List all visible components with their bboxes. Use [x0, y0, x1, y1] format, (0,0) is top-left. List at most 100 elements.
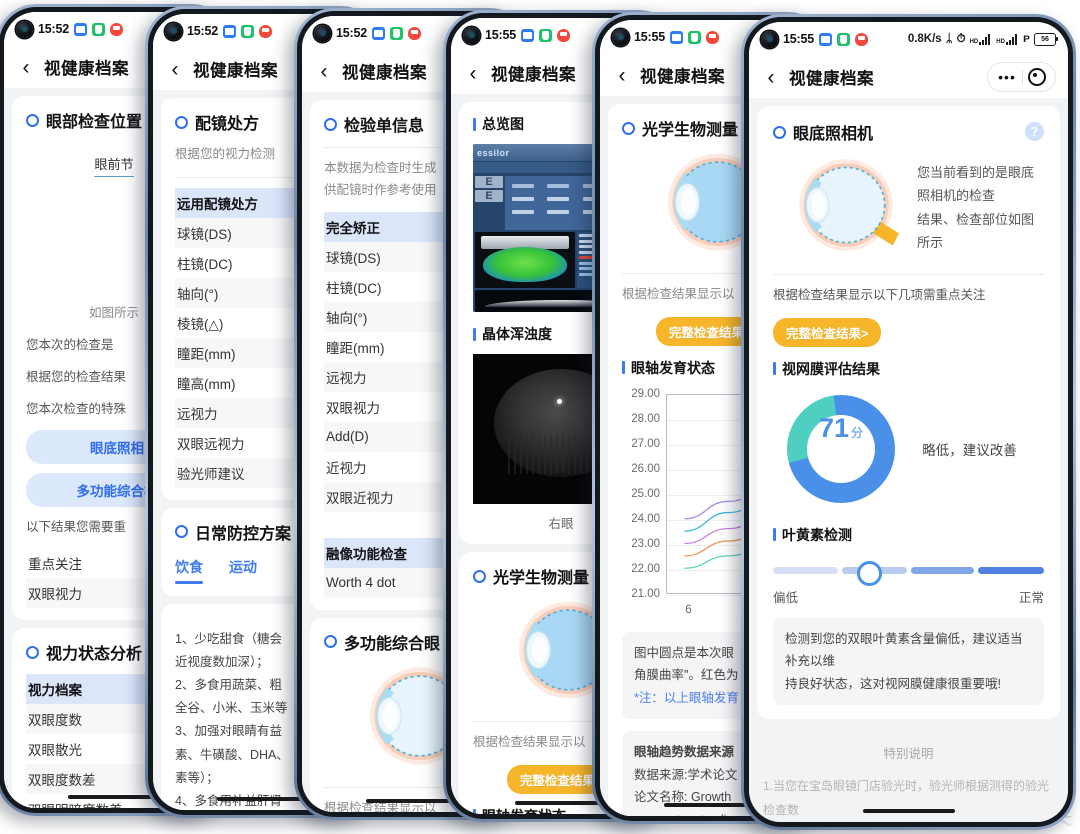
mini-program-capsule[interactable]: ••• [987, 62, 1056, 92]
back-button[interactable]: ‹ [761, 67, 781, 88]
status-time: 15:52 [187, 24, 218, 38]
page-title: 视健康档案 [44, 60, 129, 78]
section-bullet-icon [324, 117, 337, 131]
subsection-title-text: 叶黄素检测 [782, 526, 852, 543]
tab-运动[interactable]: 运动 [229, 557, 257, 584]
status-bar: 15:55 0.8K/s ᛦ ⏱ HD HD ᴘ 56 [749, 22, 1068, 56]
alipay-icon [687, 30, 701, 44]
section-bullet-icon [773, 125, 786, 139]
device-cell [547, 183, 570, 188]
network-speed: 0.8K/s [907, 33, 942, 45]
alipay-icon [240, 24, 254, 38]
subsection-title-text: 总览图 [482, 116, 524, 132]
thumbnail-image[interactable]: E [475, 176, 503, 188]
status-time: 15:55 [783, 32, 814, 46]
home-indicator[interactable] [515, 801, 607, 805]
subsection-title-text: 眼轴发育状态 [482, 806, 566, 814]
result-summary: 根据检查结果显示以下几项需重点关注 [773, 288, 986, 302]
slider-label-low: 偏低 [773, 590, 799, 605]
section-bullet-icon [175, 525, 188, 539]
page-title: 视健康档案 [640, 68, 725, 86]
thumbnail-image[interactable]: E [475, 190, 503, 202]
close-target-icon[interactable] [1023, 68, 1051, 86]
back-button[interactable]: ‹ [16, 57, 36, 78]
wechat-icon [669, 30, 683, 44]
donut-center: 71 分 [807, 412, 875, 483]
alipay-icon [836, 32, 850, 46]
status-right-icons: 0.8K/s ᛦ ⏱ HD HD ᴘ 56 [907, 32, 1058, 46]
notification-icon [705, 30, 719, 44]
section-bullet-icon [622, 121, 635, 135]
subsection-title: 叶黄素检测 [773, 525, 1044, 545]
wechat-icon [818, 32, 832, 46]
page-body: 眼底照相机? 您当前看到的是眼底照相机的检查 结果、检查部位如图所示根据检查结果显示… [749, 98, 1068, 822]
help-icon[interactable]: ? [1025, 122, 1044, 141]
page-title: 视健康档案 [789, 70, 874, 88]
y-axis-tick: 23.00 [631, 537, 660, 550]
desc-line: 您当前看到的是眼底照相机的检查 [917, 164, 1035, 204]
home-indicator[interactable] [68, 795, 160, 799]
punch-hole-camera [463, 26, 480, 44]
y-axis-tick: 24.00 [631, 512, 660, 525]
back-button[interactable]: ‹ [463, 63, 483, 84]
wechat-icon [520, 28, 534, 42]
fundus-intro: 您当前看到的是眼底照相机的检查 结果、检查部位如图所示 [773, 152, 1044, 263]
slider-label-normal: 正常 [1018, 590, 1044, 605]
camera-lens [766, 35, 773, 42]
punch-hole-camera [16, 20, 33, 38]
section-bar-icon [473, 117, 476, 131]
section-bar-icon [473, 809, 476, 814]
device-cell [511, 183, 534, 188]
section-title-text: 检验单信息 [344, 118, 425, 135]
section-title-text: 日常防控方案 [195, 525, 292, 543]
section-title-text: 眼底照相机 [793, 126, 874, 143]
subsection-title: 视网膜评估结果 [773, 359, 1044, 379]
device-cell [547, 209, 570, 214]
home-indicator[interactable] [217, 797, 309, 801]
retina-score-caption: 略低，建议改善 [922, 442, 1017, 458]
slider-knob[interactable] [857, 560, 882, 586]
special-notes-title: 特别说明 [883, 747, 934, 762]
subsection-title-text: 视网膜评估结果 [782, 360, 880, 377]
eye-anatomy-icon [799, 159, 899, 251]
battery-icon: 56 [1034, 32, 1058, 46]
home-indicator[interactable] [862, 809, 955, 813]
phone-screen: 15:55 0.8K/s ᛦ ⏱ HD HD ᴘ 56 ‹ 视健康档案 ••• 眼底照相机? 您当前看到… [749, 22, 1068, 822]
section-title-text: 光学生物测量 [642, 122, 739, 139]
section-title: 眼底照相机? [773, 120, 1044, 144]
section-bullet-icon [473, 569, 486, 583]
desc-line: 结果、检查部位如图所示 [917, 211, 1035, 250]
y-axis-tick: 25.00 [631, 487, 660, 500]
punch-hole-camera [612, 28, 629, 46]
home-indicator[interactable] [664, 803, 756, 807]
subsection-title-text: 眼轴发育状态 [631, 359, 715, 376]
slider-segment-1 [773, 566, 839, 574]
retina-score-value: 71 [818, 412, 850, 443]
y-axis-tick: 28.00 [631, 412, 660, 425]
slider-labels: 偏低 正常 [773, 587, 1044, 606]
slider-segment-4 [977, 566, 1044, 574]
eye-illustration [773, 152, 905, 263]
device-cell [547, 196, 570, 201]
note-line: 1.当您在宝岛眼镜门店验光时，验光师根据测得的验光检查数 [763, 779, 1050, 818]
retina-score-unit: 分 [851, 425, 864, 440]
full-result-button[interactable]: 完整检查结果> [773, 317, 882, 347]
device-thumbnails: EE [475, 176, 503, 230]
section-title-text: 多功能综合眼 [344, 635, 441, 653]
tab-饮食[interactable]: 饮食 [175, 557, 203, 584]
page-title: 视健康档案 [491, 66, 576, 84]
home-indicator[interactable] [366, 799, 458, 803]
back-button[interactable]: ‹ [612, 65, 632, 86]
lutein-slider[interactable] [773, 560, 1044, 586]
anterior-segment-label: 眼前节 [94, 154, 134, 177]
wechat-icon [73, 22, 87, 36]
notification-icon [407, 26, 421, 40]
advice-line: 持良好状态，这对视网膜健康很重要哦! [785, 676, 1001, 691]
alipay-icon [538, 28, 552, 42]
more-menu-icon[interactable]: ••• [992, 70, 1022, 84]
special-notes-body: 1.当您在宝岛眼镜门店验光时，验光师根据测得的验光检查数据，结合您的年龄、戴镜时… [763, 774, 1054, 822]
back-button[interactable]: ‹ [314, 61, 334, 82]
back-button[interactable]: ‹ [165, 59, 185, 80]
status-time: 15:55 [485, 28, 516, 42]
fundus-desc: 您当前看到的是眼底照相机的检查 结果、检查部位如图所示 [917, 161, 1044, 255]
